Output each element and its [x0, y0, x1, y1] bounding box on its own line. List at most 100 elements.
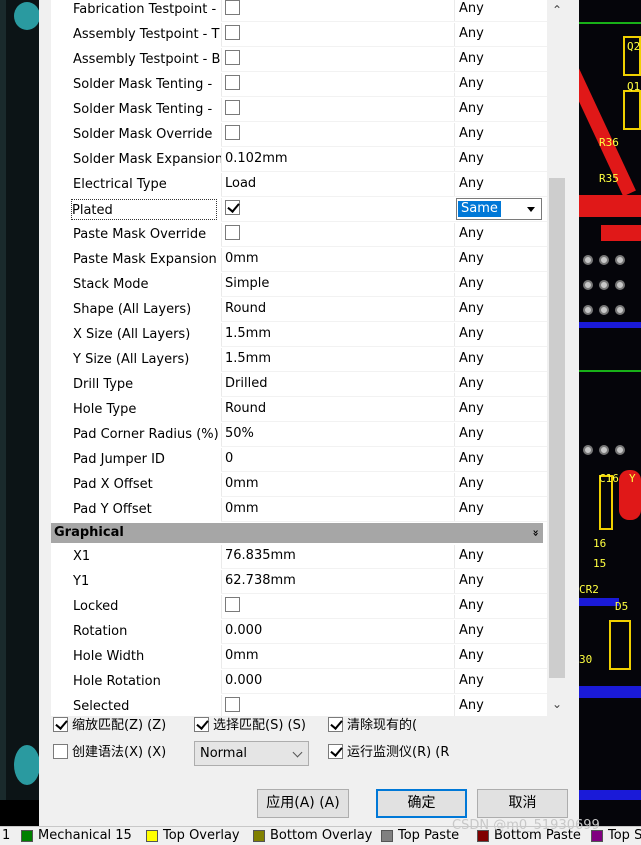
clear-existing-option[interactable]: 清除现有的( [328, 716, 417, 736]
property-row[interactable]: Rotation 0.000 Any [51, 619, 547, 644]
property-value[interactable] [221, 73, 451, 96]
chevron-down-icon[interactable] [523, 201, 539, 217]
property-value[interactable]: 0mm [221, 645, 451, 668]
property-row[interactable]: Plated Same [51, 197, 547, 222]
property-value[interactable] [221, 23, 451, 46]
run-inspector-checkbox[interactable] [328, 744, 343, 759]
property-row[interactable]: Solder Mask Tenting - Any [51, 97, 547, 122]
property-row[interactable]: Pad X Offset 0mm Any [51, 472, 547, 497]
property-checkbox[interactable] [225, 25, 240, 40]
match-mode-value[interactable]: Any [454, 645, 544, 668]
property-value[interactable]: 50% [221, 423, 451, 446]
property-row[interactable]: Drill Type Drilled Any [51, 372, 547, 397]
match-mode-value[interactable]: Any [454, 273, 544, 296]
property-value[interactable] [221, 0, 451, 21]
select-match-checkbox[interactable] [194, 717, 209, 732]
ok-button[interactable]: 确定 [376, 789, 467, 818]
property-row[interactable]: Hole Type Round Any [51, 397, 547, 422]
property-row[interactable]: Solder Mask Tenting - Any [51, 72, 547, 97]
property-value[interactable] [221, 123, 451, 146]
property-checkbox[interactable] [225, 0, 240, 15]
property-value[interactable] [221, 223, 451, 246]
create-expression-option[interactable]: 创建语法(X) (X) [53, 743, 166, 763]
property-row[interactable]: Solder Mask Override Any [51, 122, 547, 147]
property-row[interactable]: Selected Any [51, 694, 547, 716]
property-value[interactable]: 62.738mm [221, 570, 451, 593]
property-row[interactable]: Y1 62.738mm Any [51, 569, 547, 594]
match-mode-value[interactable]: Any [454, 298, 544, 321]
property-row[interactable]: Pad Corner Radius (%) 50% Any [51, 422, 547, 447]
property-value[interactable] [221, 595, 451, 618]
property-row[interactable]: Electrical Type Load Any [51, 172, 547, 197]
property-checkbox[interactable] [225, 697, 240, 712]
property-checkbox[interactable] [225, 200, 240, 215]
property-row[interactable]: X1 76.835mm Any [51, 544, 547, 569]
collapse-chevron-icon[interactable]: » [525, 529, 545, 536]
property-row[interactable]: Solder Mask Expansion 0.102mm Any [51, 147, 547, 172]
property-row[interactable]: Paste Mask Expansion 0mm Any [51, 247, 547, 272]
create-expression-checkbox[interactable] [53, 744, 68, 759]
scroll-down-arrow-icon[interactable]: ⌄ [547, 694, 567, 714]
property-value[interactable]: Round [221, 398, 451, 421]
match-mode-value[interactable]: Any [454, 123, 544, 146]
zoom-match-option[interactable]: 缩放匹配(Z) (Z) [53, 716, 166, 736]
property-value[interactable] [221, 98, 451, 121]
property-row[interactable]: X Size (All Layers) 1.5mm Any [51, 322, 547, 347]
mode-select[interactable]: Normal [194, 741, 309, 766]
match-mode-value[interactable]: Any [454, 248, 544, 271]
match-mode-value[interactable]: Any [454, 348, 544, 371]
property-value[interactable]: 0.000 [221, 620, 451, 643]
match-mode-value[interactable]: Any [454, 148, 544, 171]
property-row[interactable]: Fabrication Testpoint - Any [51, 0, 547, 22]
property-row[interactable]: Assembly Testpoint - T Any [51, 22, 547, 47]
property-checkbox[interactable] [225, 50, 240, 65]
match-mode-value[interactable]: Any [454, 570, 544, 593]
property-value[interactable]: Load [221, 173, 451, 196]
match-mode-value[interactable]: Any [454, 498, 544, 521]
property-row[interactable]: Shape (All Layers) Round Any [51, 297, 547, 322]
match-mode-value[interactable]: Any [454, 73, 544, 96]
property-row[interactable]: Assembly Testpoint - B Any [51, 47, 547, 72]
property-value[interactable]: 1.5mm [221, 323, 451, 346]
property-value[interactable]: 0mm [221, 473, 451, 496]
scroll-up-arrow-icon[interactable]: ⌃ [547, 0, 567, 20]
property-checkbox[interactable] [225, 100, 240, 115]
scroll-thumb[interactable] [549, 178, 565, 678]
property-row[interactable]: Pad Jumper ID 0 Any [51, 447, 547, 472]
property-value[interactable]: 0 [221, 448, 451, 471]
select-match-option[interactable]: 选择匹配(S) (S) [194, 716, 306, 736]
match-mode-value[interactable]: Any [454, 323, 544, 346]
match-mode-value[interactable]: Any [454, 98, 544, 121]
match-mode-value[interactable]: Any [454, 620, 544, 643]
property-value[interactable]: 0mm [221, 248, 451, 271]
property-row[interactable]: Hole Rotation 0.000 Any [51, 669, 547, 694]
property-value[interactable]: Simple [221, 273, 451, 296]
match-mode-value[interactable]: Any [454, 695, 544, 716]
match-mode-value[interactable]: Any [454, 0, 544, 21]
property-row[interactable]: Locked Any [51, 594, 547, 619]
property-row[interactable]: Pad Y Offset 0mm Any [51, 497, 547, 522]
match-mode-value[interactable]: Any [454, 398, 544, 421]
properties-scrollbar[interactable]: ⌃ ⌄ [547, 0, 567, 716]
property-checkbox[interactable] [225, 125, 240, 140]
property-value[interactable]: Round [221, 298, 451, 321]
property-checkbox[interactable] [225, 597, 240, 612]
property-checkbox[interactable] [225, 75, 240, 90]
match-mode-value[interactable]: Any [454, 48, 544, 71]
property-row[interactable]: Stack Mode Simple Any [51, 272, 547, 297]
run-inspector-option[interactable]: 运行监测仪(R) (R [328, 743, 449, 763]
property-value[interactable]: 0mm [221, 498, 451, 521]
match-mode-dropdown[interactable]: Same [456, 198, 542, 220]
property-value[interactable] [221, 695, 451, 716]
property-value[interactable]: Drilled [221, 373, 451, 396]
property-value[interactable] [221, 198, 451, 221]
match-mode-value[interactable]: Any [454, 223, 544, 246]
property-value[interactable]: 1.5mm [221, 348, 451, 371]
match-mode-value[interactable]: Any [454, 173, 544, 196]
match-mode-value[interactable]: Any [454, 423, 544, 446]
match-mode-value[interactable]: Any [454, 595, 544, 618]
property-row[interactable]: Paste Mask Override Any [51, 222, 547, 247]
properties-grid[interactable]: Fabrication Testpoint - Any Assembly Test… [51, 0, 547, 716]
match-mode-value[interactable]: Any [454, 473, 544, 496]
match-mode-value[interactable]: Any [454, 448, 544, 471]
